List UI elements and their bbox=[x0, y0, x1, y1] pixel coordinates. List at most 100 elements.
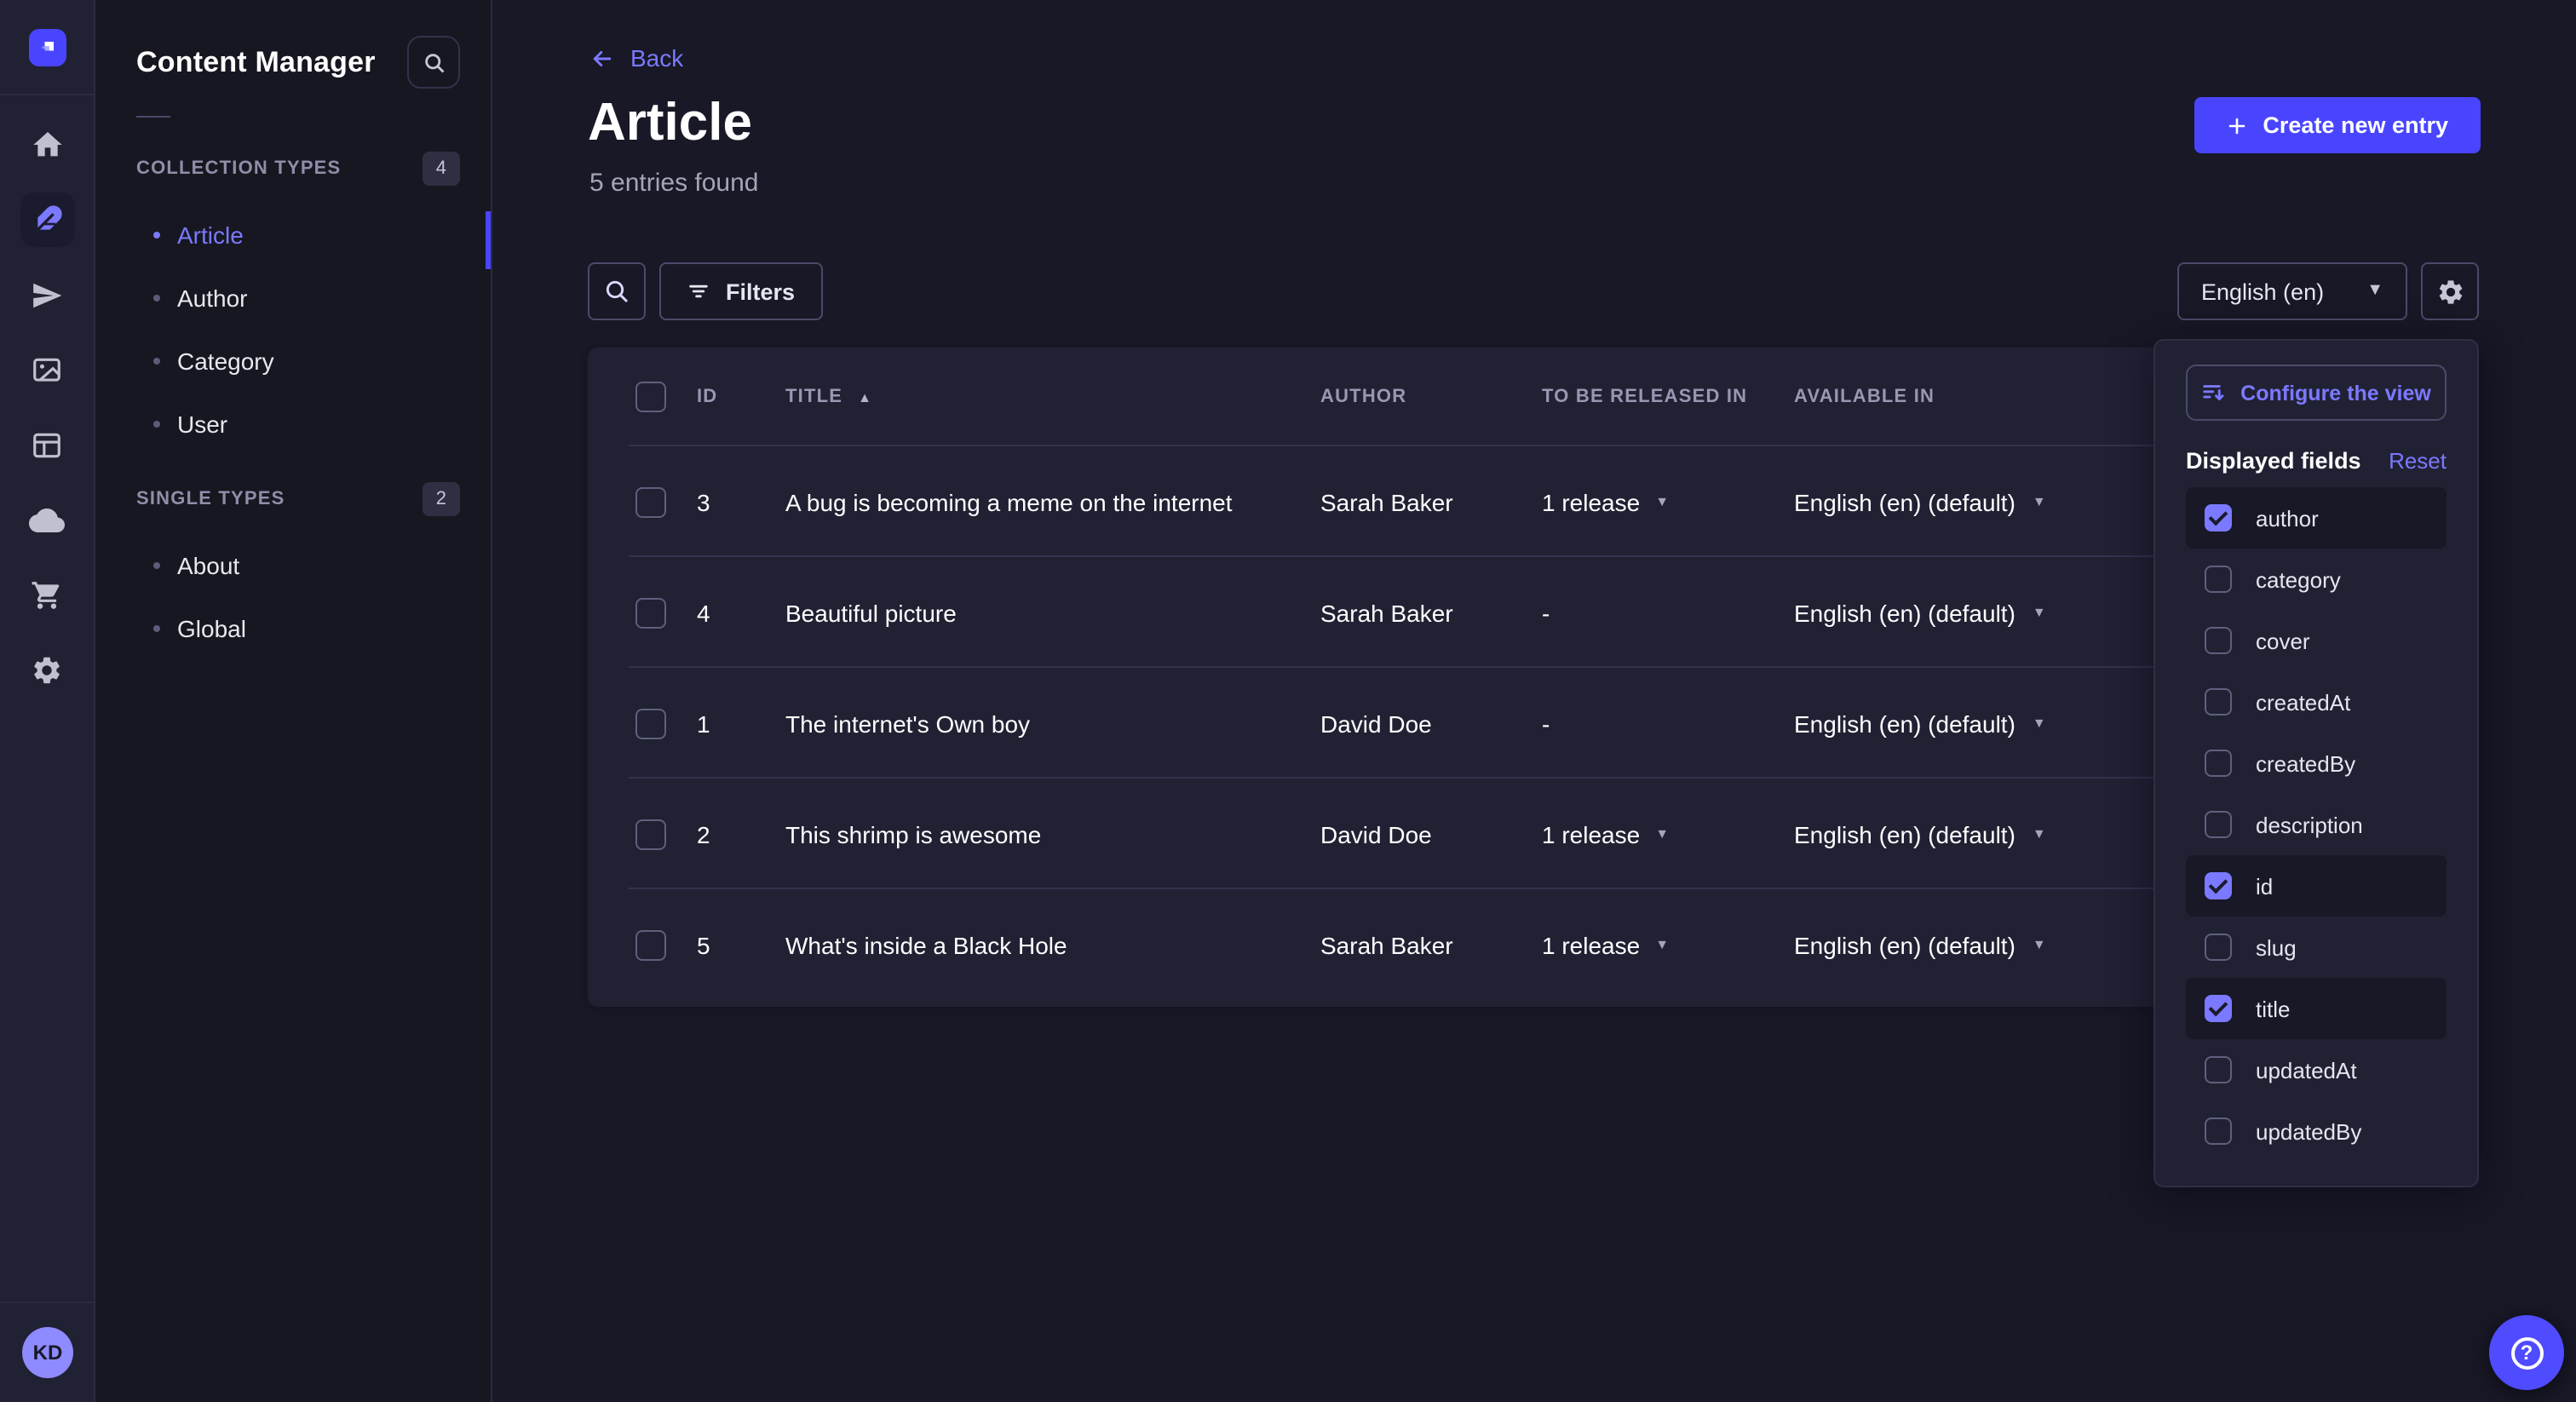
cell-title: A bug is becoming a meme on the internet bbox=[785, 488, 1320, 515]
strapi-logo[interactable] bbox=[28, 29, 66, 66]
configure-the-view-button[interactable]: Configure the view bbox=[2186, 365, 2447, 421]
release-dropdown[interactable]: -▼ bbox=[1542, 599, 1794, 626]
row-checkbox[interactable] bbox=[635, 597, 666, 628]
sidebar-item-category[interactable]: Category bbox=[95, 329, 491, 392]
sidebar-item-deploy[interactable] bbox=[20, 492, 74, 547]
chevron-down-icon: ▼ bbox=[2366, 283, 2383, 300]
field-toggle-createdAt[interactable]: createdAt bbox=[2186, 671, 2447, 733]
sidebar-item-about[interactable]: About bbox=[95, 533, 491, 596]
cell-id: 5 bbox=[697, 931, 785, 958]
settings-button[interactable] bbox=[2421, 262, 2479, 320]
gear-icon bbox=[31, 653, 63, 686]
checkbox bbox=[2205, 627, 2232, 654]
bullet-icon bbox=[153, 231, 160, 238]
row-checkbox[interactable] bbox=[635, 486, 666, 517]
divider bbox=[136, 116, 170, 118]
cell-id: 2 bbox=[697, 820, 785, 848]
gear-icon bbox=[2435, 277, 2464, 306]
search-button[interactable] bbox=[407, 36, 460, 89]
field-toggle-updatedAt[interactable]: updatedAt bbox=[2186, 1039, 2447, 1100]
cell-author: Sarah Baker bbox=[1320, 931, 1542, 958]
chevron-down-icon: ▼ bbox=[2033, 716, 2046, 730]
cell-title: This shrimp is awesome bbox=[785, 820, 1320, 848]
sidebar-item-media-library[interactable] bbox=[20, 342, 74, 397]
main-content: Back Article 5 entries found Create new … bbox=[492, 0, 2576, 1402]
cell-author: Sarah Baker bbox=[1320, 488, 1542, 515]
column-header-released[interactable]: TO BE RELEASED IN bbox=[1542, 387, 1794, 407]
release-dropdown[interactable]: 1 release▼ bbox=[1542, 820, 1794, 848]
search-button[interactable] bbox=[588, 262, 646, 320]
sort-ascending-icon: ▲ bbox=[858, 389, 872, 405]
cell-title: The internet's Own boy bbox=[785, 710, 1320, 737]
sidebar-item-marketplace[interactable] bbox=[20, 567, 74, 622]
media-icon bbox=[31, 353, 63, 386]
field-toggle-category[interactable]: category bbox=[2186, 549, 2447, 610]
release-dropdown[interactable]: 1 release▼ bbox=[1542, 488, 1794, 515]
column-header-title[interactable]: TITLE▲ bbox=[785, 387, 1320, 407]
subnav-title: Content Manager bbox=[136, 45, 376, 79]
select-all-checkbox[interactable] bbox=[635, 382, 666, 412]
create-new-entry-button[interactable]: Create new entry bbox=[2194, 97, 2481, 153]
displayed-fields-title: Displayed fields bbox=[2186, 448, 2361, 474]
toolbar: Filters English (en) ▼ bbox=[588, 262, 2479, 320]
checkbox bbox=[2205, 1118, 2232, 1145]
field-toggle-author[interactable]: author bbox=[2186, 487, 2447, 549]
checkbox bbox=[2205, 811, 2232, 838]
field-toggle-title[interactable]: title bbox=[2186, 978, 2447, 1039]
cell-title: Beautiful picture bbox=[785, 599, 1320, 626]
arrow-left-icon bbox=[589, 45, 615, 71]
release-dropdown[interactable]: 1 release▼ bbox=[1542, 931, 1794, 958]
cart-icon bbox=[31, 578, 63, 611]
filters-button[interactable]: Filters bbox=[659, 262, 822, 320]
sidebar-item-global[interactable]: Global bbox=[95, 596, 491, 659]
row-checkbox[interactable] bbox=[635, 708, 666, 738]
field-toggle-cover[interactable]: cover bbox=[2186, 610, 2447, 671]
column-header-author[interactable]: AUTHOR bbox=[1320, 387, 1542, 407]
sidebar-item-article[interactable]: Article bbox=[95, 203, 491, 266]
avatar[interactable]: KD bbox=[22, 1327, 73, 1378]
sidebar-item-user[interactable]: User bbox=[95, 392, 491, 455]
row-checkbox[interactable] bbox=[635, 929, 666, 960]
cell-title: What's inside a Black Hole bbox=[785, 931, 1320, 958]
divider bbox=[0, 1301, 95, 1303]
checkbox bbox=[2205, 934, 2232, 961]
checkbox bbox=[2205, 995, 2232, 1022]
send-icon bbox=[31, 279, 63, 311]
app-root: KD Content Manager COLLECTION TYPES 4 Ar… bbox=[0, 0, 2576, 1402]
chevron-down-icon: ▼ bbox=[1655, 938, 1669, 951]
cell-author: David Doe bbox=[1320, 820, 1542, 848]
sidebar-item-content-type-builder[interactable] bbox=[20, 417, 74, 472]
plus-icon bbox=[2227, 115, 2247, 135]
sidebar-item-releases[interactable] bbox=[20, 267, 74, 322]
sidebar-item-content-manager[interactable] bbox=[20, 192, 74, 247]
field-toggle-updatedBy[interactable]: updatedBy bbox=[2186, 1100, 2447, 1162]
reset-link[interactable]: Reset bbox=[2389, 448, 2447, 474]
filter-icon bbox=[687, 279, 710, 303]
checkbox bbox=[2205, 688, 2232, 715]
release-dropdown[interactable]: -▼ bbox=[1542, 710, 1794, 737]
back-link[interactable]: Back bbox=[589, 44, 683, 72]
configure-list-icon bbox=[2201, 380, 2227, 405]
scrollbar-thumb[interactable] bbox=[486, 211, 491, 269]
sidebar-item-settings[interactable] bbox=[20, 642, 74, 697]
chevron-down-icon: ▼ bbox=[1655, 827, 1669, 841]
bullet-icon bbox=[153, 294, 160, 301]
section-label-single-types: SINGLE TYPES bbox=[136, 489, 285, 509]
content-manager-subnav: Content Manager COLLECTION TYPES 4 Artic… bbox=[95, 0, 492, 1402]
single-types-count-badge: 2 bbox=[423, 482, 460, 516]
sidebar-item-home[interactable] bbox=[20, 118, 74, 172]
field-toggle-description[interactable]: description bbox=[2186, 794, 2447, 855]
field-toggle-id[interactable]: id bbox=[2186, 855, 2447, 916]
help-button[interactable]: ? bbox=[2489, 1315, 2564, 1390]
cell-id: 4 bbox=[697, 599, 785, 626]
field-toggle-createdBy[interactable]: createdBy bbox=[2186, 733, 2447, 794]
locale-select[interactable]: English (en) ▼ bbox=[2177, 262, 2407, 320]
field-toggle-slug[interactable]: slug bbox=[2186, 916, 2447, 978]
chevron-down-icon: ▼ bbox=[2033, 606, 2046, 619]
chevron-down-icon: ▼ bbox=[2033, 938, 2046, 951]
sidebar-item-author[interactable]: Author bbox=[95, 266, 491, 329]
bullet-icon bbox=[153, 624, 160, 631]
search-icon bbox=[603, 278, 630, 305]
row-checkbox[interactable] bbox=[635, 819, 666, 849]
column-header-id[interactable]: ID bbox=[697, 387, 785, 407]
